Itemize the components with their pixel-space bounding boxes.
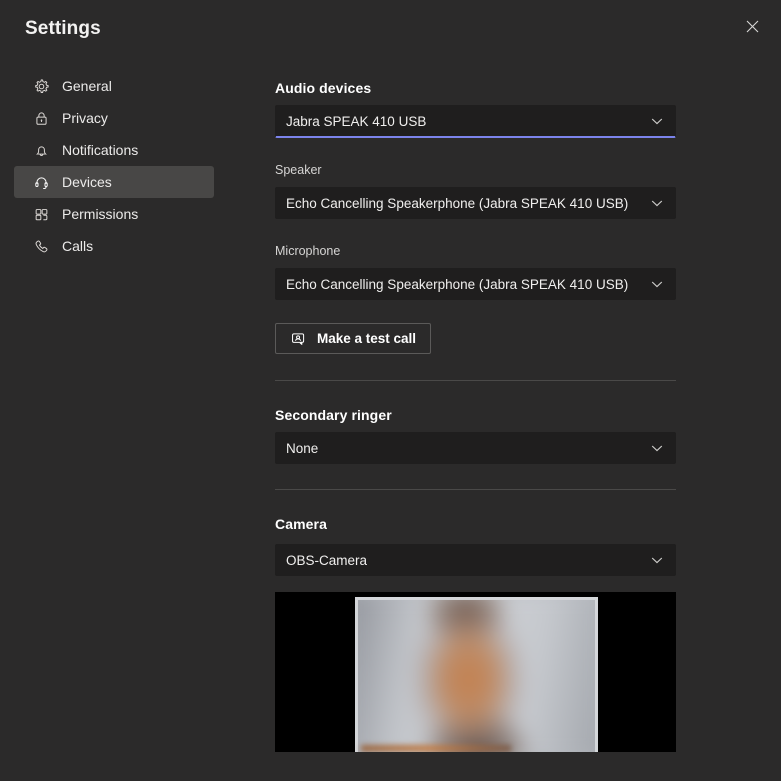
secondary-ringer-value: None xyxy=(286,440,319,456)
speaker-value: Echo Cancelling Speakerphone (Jabra SPEA… xyxy=(286,195,629,211)
camera-dropdown[interactable]: OBS-Camera xyxy=(275,544,676,576)
chevron-down-icon xyxy=(650,196,664,210)
sidebar-item-label: General xyxy=(62,78,112,94)
settings-dialog: Settings General Privacy Notifications D… xyxy=(0,0,781,781)
sidebar-item-permissions[interactable]: Permissions xyxy=(14,198,214,230)
microphone-label: Microphone xyxy=(275,244,341,258)
headset-icon xyxy=(32,173,50,191)
chevron-down-icon xyxy=(650,441,664,455)
chevron-down-icon xyxy=(650,114,664,128)
sidebar-item-privacy[interactable]: Privacy xyxy=(14,102,214,134)
camera-heading: Camera xyxy=(275,516,327,532)
make-test-call-button[interactable]: Make a test call xyxy=(275,323,432,354)
camera-value: OBS-Camera xyxy=(286,552,368,568)
sidebar-item-label: Notifications xyxy=(62,142,139,158)
test-call-icon xyxy=(289,330,307,348)
speaker-label: Speaker xyxy=(275,163,322,177)
sidebar: General Privacy Notifications Devices Pe… xyxy=(0,66,230,262)
microphone-value: Echo Cancelling Speakerphone (Jabra SPEA… xyxy=(286,276,629,292)
sidebar-item-label: Calls xyxy=(62,238,94,254)
sidebar-item-general[interactable]: General xyxy=(14,70,214,102)
divider-top xyxy=(275,380,676,381)
secondary-ringer-heading: Secondary ringer xyxy=(275,407,392,423)
divider-bottom xyxy=(275,489,676,490)
gear-icon xyxy=(32,77,50,95)
title-bar: Settings xyxy=(0,0,781,58)
bell-icon xyxy=(32,141,50,159)
close-button[interactable] xyxy=(729,7,775,45)
sidebar-item-calls[interactable]: Calls xyxy=(14,230,214,262)
sidebar-item-label: Devices xyxy=(62,174,112,190)
phone-icon xyxy=(32,237,50,255)
audio-devices-value: Jabra SPEAK 410 USB xyxy=(286,113,427,129)
lock-icon xyxy=(32,109,50,127)
chevron-down-icon xyxy=(650,553,664,567)
audio-devices-dropdown[interactable]: Jabra SPEAK 410 USB xyxy=(275,105,676,138)
secondary-ringer-dropdown[interactable]: None xyxy=(275,432,676,464)
sidebar-item-label: Privacy xyxy=(62,110,108,126)
close-icon xyxy=(746,20,759,33)
speaker-dropdown[interactable]: Echo Cancelling Speakerphone (Jabra SPEA… xyxy=(275,187,676,219)
sidebar-item-notifications[interactable]: Notifications xyxy=(14,134,214,166)
sidebar-item-label: Permissions xyxy=(62,206,139,222)
camera-preview-image xyxy=(355,597,598,752)
page-title: Settings xyxy=(25,18,101,39)
sidebar-item-devices[interactable]: Devices xyxy=(14,166,214,198)
chevron-down-icon xyxy=(650,277,664,291)
grid-icon xyxy=(32,205,50,223)
make-test-call-label: Make a test call xyxy=(317,331,417,346)
camera-preview-foreground xyxy=(361,745,511,752)
camera-preview xyxy=(275,592,676,752)
camera-preview-blur xyxy=(355,597,598,752)
microphone-dropdown[interactable]: Echo Cancelling Speakerphone (Jabra SPEA… xyxy=(275,268,676,300)
audio-devices-heading: Audio devices xyxy=(275,80,372,96)
